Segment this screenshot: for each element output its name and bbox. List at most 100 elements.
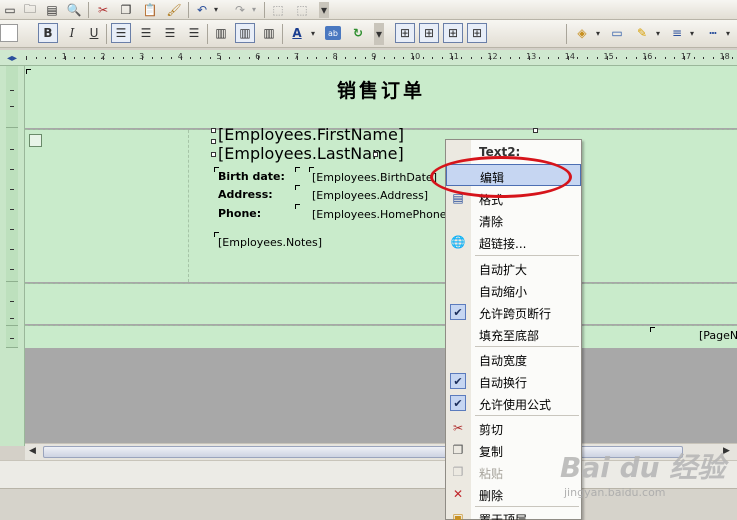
- undo-icon[interactable]: ↶: [194, 2, 210, 18]
- line-style-icon[interactable]: ┅: [703, 23, 723, 43]
- menu-item-label: 自动宽度: [479, 354, 528, 368]
- selection-handle[interactable]: [211, 128, 216, 133]
- ruler-tick: [732, 57, 734, 59]
- ruler-tick: [616, 57, 618, 59]
- object-corner-mark: [295, 204, 300, 209]
- address-label[interactable]: Address:: [218, 188, 273, 201]
- report-title-band[interactable]: 销售订单: [25, 66, 737, 128]
- ruler-tick: [383, 57, 385, 59]
- undo-dropdown-icon[interactable]: ▾: [214, 5, 218, 14]
- home-phone-field[interactable]: [Employees.HomePhone]: [312, 208, 451, 221]
- redo-icon[interactable]: ↷: [232, 2, 248, 18]
- report-title[interactable]: 销售订单: [25, 76, 737, 103]
- hyperlink-globe-icon: 🌐: [450, 235, 466, 249]
- menu-item-allow-expressions[interactable]: ✔ 允许使用公式: [446, 392, 581, 414]
- report-design-canvas[interactable]: 销售订单 [Employees.FirstName] [Employees.La…: [25, 66, 737, 446]
- align-center-icon[interactable]: ☰: [136, 23, 156, 43]
- menu-item-clear[interactable]: 清除: [446, 209, 581, 231]
- line-width-dropdown-icon[interactable]: ▾: [690, 29, 694, 38]
- rotate-icon[interactable]: ↻: [348, 23, 368, 43]
- bold-button[interactable]: B: [38, 23, 58, 43]
- birth-date-field[interactable]: [Employees.BirthDate]: [312, 171, 437, 184]
- scissors-icon: ✂: [452, 421, 464, 435]
- menu-item-fill-to-bottom[interactable]: 填充至底部: [446, 323, 581, 345]
- align-justify-icon[interactable]: ☰: [184, 23, 204, 43]
- birth-date-label[interactable]: Birth date:: [218, 170, 285, 183]
- phone-label[interactable]: Phone:: [218, 207, 261, 220]
- ruler-number: 10: [410, 52, 421, 61]
- preview-icon[interactable]: 🔍: [66, 2, 82, 18]
- toolbar-overflow-icon[interactable]: ▾: [374, 23, 384, 45]
- line-width-icon[interactable]: ≡: [667, 23, 687, 43]
- menu-item-auto-width[interactable]: 自动宽度: [446, 348, 581, 370]
- font-color-dropdown-icon[interactable]: ▾: [311, 29, 315, 38]
- page-footer-band[interactable]: [PageN]: [25, 326, 737, 348]
- menu-separator: [475, 255, 579, 256]
- selection-handle[interactable]: [373, 152, 378, 157]
- master-data-band[interactable]: [Employees.FirstName] [Employees.LastNam…: [25, 125, 737, 282]
- address-field[interactable]: [Employees.Address]: [312, 189, 428, 202]
- selection-handle[interactable]: [211, 152, 216, 157]
- menu-item-word-wrap[interactable]: ✔ 自动换行: [446, 370, 581, 392]
- picture-object-icon[interactable]: [29, 134, 42, 147]
- open-icon[interactable]: 🗀: [22, 2, 38, 18]
- page-number-field[interactable]: [PageN]: [699, 329, 737, 342]
- first-name-field[interactable]: [Employees.FirstName]: [218, 125, 404, 144]
- frame-outer-icon[interactable]: ⊞: [443, 23, 463, 43]
- font-size-box[interactable]: [0, 24, 18, 42]
- frame-none-icon[interactable]: ⊞: [467, 23, 487, 43]
- frame-inner-icon[interactable]: ⊞: [419, 23, 439, 43]
- ruler-tick: [306, 57, 308, 59]
- scroll-left-icon[interactable]: ◀: [29, 446, 36, 456]
- cut-icon[interactable]: ✂: [95, 2, 111, 18]
- ruler-tick: [703, 57, 705, 59]
- shadow-icon[interactable]: ▭: [607, 23, 627, 43]
- valign-middle-icon[interactable]: ▥: [235, 23, 255, 43]
- redo-dropdown-icon[interactable]: ▾: [252, 5, 256, 14]
- ruler-tick: [325, 57, 327, 59]
- ruler-number: 14: [564, 52, 575, 61]
- align-left-icon[interactable]: ☰: [111, 23, 131, 43]
- paste-icon[interactable]: 📋: [142, 2, 158, 18]
- ruler-number: 2: [100, 52, 106, 61]
- selection-handle[interactable]: [533, 128, 538, 133]
- menu-item-cut[interactable]: ✂ 剪切: [446, 417, 581, 439]
- menu-item-bring-to-front[interactable]: ▣ 置于顶层: [446, 507, 581, 520]
- ruler-mark: [10, 189, 14, 190]
- ruler-number: 8: [332, 52, 338, 61]
- underline-button[interactable]: U: [84, 23, 104, 43]
- frame-all-icon[interactable]: ⊞: [395, 23, 415, 43]
- page-setup-icon[interactable]: ▤: [44, 2, 60, 18]
- font-color-icon[interactable]: A: [287, 23, 307, 43]
- italic-button[interactable]: I: [62, 23, 82, 43]
- ruler-tick: [403, 57, 405, 59]
- format-painter-icon[interactable]: 🖌: [166, 2, 182, 18]
- ruler-number: 18: [719, 52, 730, 61]
- notes-field[interactable]: [Employees.Notes]: [218, 236, 322, 249]
- group-icon[interactable]: ⬚: [270, 2, 286, 18]
- menu-item-hyperlink[interactable]: 🌐 超链接...: [446, 231, 581, 253]
- menu-item-auto-shrink[interactable]: 自动缩小: [446, 279, 581, 301]
- ruler-tick: [674, 57, 676, 59]
- copy-icon[interactable]: ❐: [118, 2, 134, 18]
- line-style-dropdown-icon[interactable]: ▾: [726, 29, 730, 38]
- align-right-icon[interactable]: ☰: [160, 23, 180, 43]
- valign-top-icon[interactable]: ▥: [211, 23, 231, 43]
- ruler-number: 1: [61, 52, 67, 61]
- ruler-number: 7: [293, 52, 299, 61]
- fill-color-dropdown-icon[interactable]: ▾: [596, 29, 600, 38]
- new-report-icon[interactable]: ▭: [2, 2, 18, 18]
- selection-handle[interactable]: [211, 139, 216, 144]
- fill-color-icon[interactable]: ◈: [572, 23, 592, 43]
- footer-band[interactable]: [25, 284, 737, 324]
- ruler-number: 6: [255, 52, 261, 61]
- menu-item-allow-page-break[interactable]: ✔ 允许跨页断行: [446, 301, 581, 323]
- line-color-icon[interactable]: ✎: [632, 23, 652, 43]
- valign-bottom-icon[interactable]: ▥: [259, 23, 279, 43]
- highlight-icon[interactable]: ab: [325, 26, 341, 40]
- line-color-dropdown-icon[interactable]: ▾: [656, 29, 660, 38]
- toolbar-overflow-icon[interactable]: ▾: [319, 2, 329, 18]
- toolbar-separator: [106, 24, 107, 44]
- ungroup-icon[interactable]: ⬚: [294, 2, 310, 18]
- menu-item-auto-grow[interactable]: 自动扩大: [446, 257, 581, 279]
